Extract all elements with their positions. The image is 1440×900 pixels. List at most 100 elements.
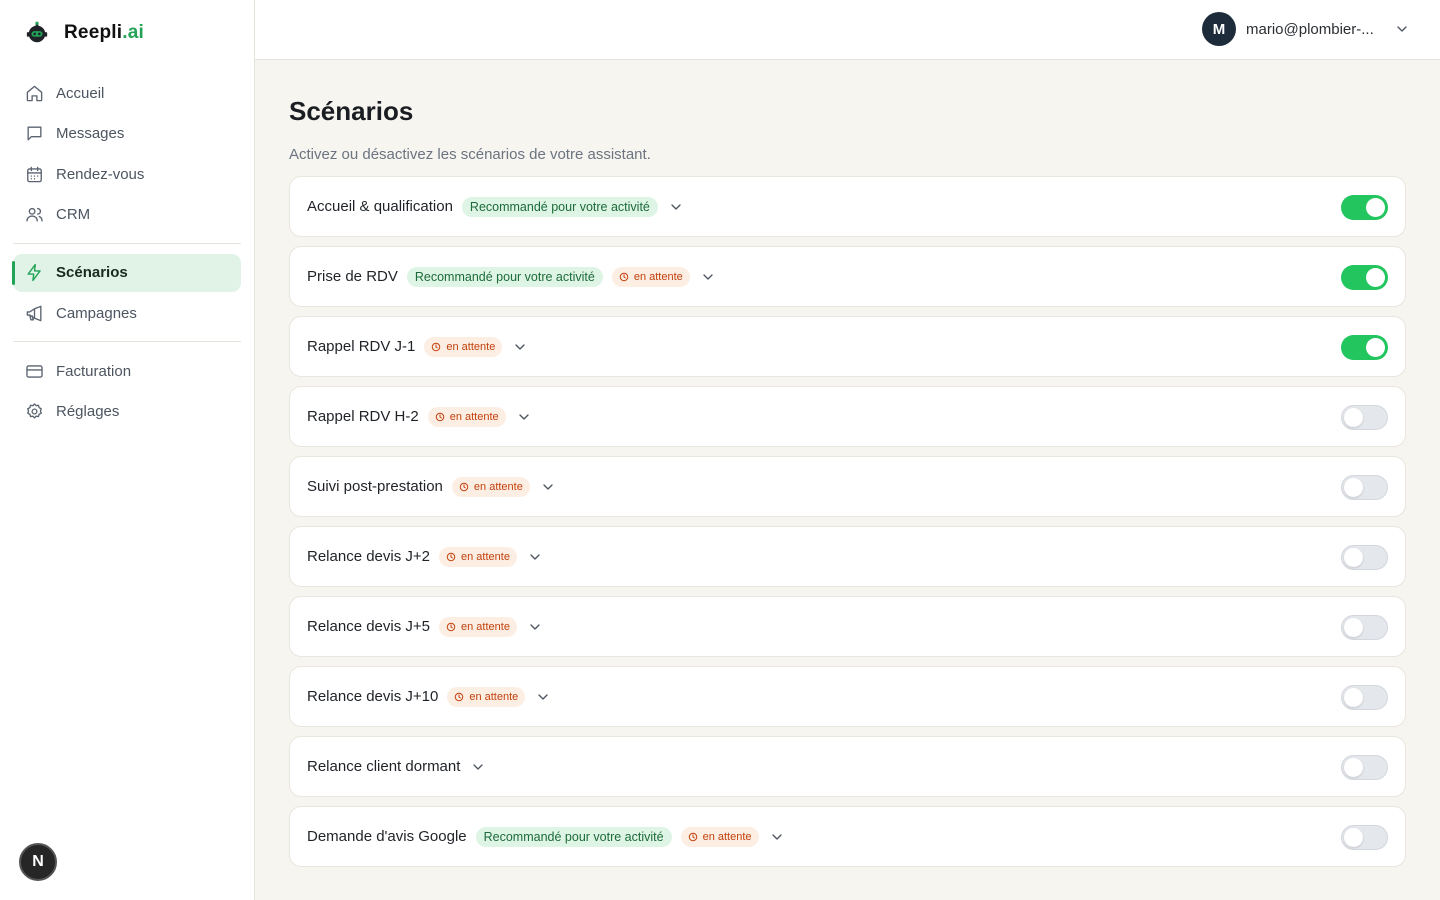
pending-badge: en attente: [680, 826, 759, 847]
recommended-badge: Recommandé pour votre activité: [406, 266, 603, 287]
scenario-toggle[interactable]: [1341, 825, 1388, 850]
scenario-toggle[interactable]: [1341, 265, 1388, 290]
scenario-card: Accueil & qualification Recommandé pour v…: [289, 176, 1406, 237]
scenario-title: Prise de RDV: [307, 268, 398, 285]
sidebar-item-rendez-vous[interactable]: Rendez-vous: [13, 155, 241, 193]
sidebar-item-scenarios[interactable]: Scénarios: [12, 253, 241, 292]
toggle-knob: [1344, 478, 1363, 497]
chevron-down-icon[interactable]: [470, 759, 486, 775]
pending-badge: en attente: [451, 476, 530, 497]
bottom-n-badge[interactable]: N: [19, 843, 57, 881]
toggle-knob: [1344, 618, 1363, 637]
clock-icon: [688, 832, 697, 841]
scenario-title: Relance devis J+10: [307, 688, 439, 705]
sidebar-item-crm[interactable]: CRM: [13, 196, 241, 234]
sidebar-item-label: Scénarios: [56, 264, 128, 281]
chevron-down-icon: [1397, 26, 1407, 32]
users-icon: [26, 207, 43, 222]
toggle-knob: [1344, 548, 1363, 567]
robot-logo-icon: [24, 20, 50, 46]
brand-name: Reepli.ai: [64, 22, 144, 43]
scenario-title: Accueil & qualification: [307, 198, 453, 215]
scenario-title: Relance devis J+2: [307, 548, 430, 565]
scenario-card: Rappel RDV J-1 en attente: [289, 316, 1406, 377]
brand[interactable]: Reepli.ai: [0, 0, 254, 66]
scenario-toggle[interactable]: [1341, 545, 1388, 570]
recommended-badge: Recommandé pour votre activité: [461, 196, 658, 217]
sidebar-item-messages[interactable]: Messages: [13, 115, 241, 153]
clock-icon: [455, 692, 464, 701]
main-content: Scénarios Activez ou désactivez les scén…: [289, 60, 1406, 876]
chevron-down-icon[interactable]: [516, 409, 532, 425]
toggle-knob: [1344, 828, 1363, 847]
scenario-toggle[interactable]: [1341, 685, 1388, 710]
user-menu[interactable]: M mario@plombier-...: [1202, 12, 1410, 46]
pending-label: en attente: [461, 620, 510, 633]
clock-icon: [432, 342, 441, 351]
sidebar-item-label: Facturation: [56, 362, 132, 380]
settings-icon: [27, 403, 42, 419]
toggle-knob: [1366, 268, 1385, 287]
scenario-card: Relance devis J+2 en attente: [289, 526, 1406, 587]
scenario-title: Rappel RDV H-2: [307, 408, 419, 425]
scenario-toggle[interactable]: [1341, 405, 1388, 430]
scenario-card: Prise de RDV Recommandé pour votre activi…: [289, 246, 1406, 307]
chevron-down-icon[interactable]: [540, 479, 556, 495]
topbar: M mario@plombier-...: [255, 0, 1440, 60]
pending-badge: en attente: [427, 406, 506, 427]
scenario-toggle[interactable]: [1341, 335, 1388, 360]
toggle-knob: [1344, 688, 1363, 707]
message-icon: [27, 126, 42, 141]
avatar: M: [1202, 12, 1236, 46]
scenario-toggle[interactable]: [1341, 475, 1388, 500]
chevron-down-icon[interactable]: [527, 619, 543, 635]
home-icon: [26, 85, 43, 101]
page-subtitle: Activez ou désactivez les scénarios de v…: [289, 146, 651, 163]
main-nav: Accueil Messages Rendez-vous CRM Scénari…: [0, 66, 254, 431]
scenario-toggle[interactable]: [1341, 755, 1388, 780]
calendar-icon: [27, 166, 42, 182]
sidebar-item-reglages[interactable]: Réglages: [13, 393, 241, 431]
sidebar-item-label: Campagnes: [56, 304, 137, 322]
chevron-down-icon[interactable]: [769, 829, 785, 845]
page-title: Scénarios: [289, 96, 414, 126]
chevron-down-icon[interactable]: [527, 549, 543, 565]
sidebar-item-accueil[interactable]: Accueil: [13, 74, 241, 112]
toggle-knob: [1366, 198, 1385, 217]
zap-icon: [27, 263, 41, 282]
scenario-title: Suivi post-prestation: [307, 478, 443, 495]
toggle-knob: [1344, 758, 1363, 777]
pending-label: en attente: [449, 410, 499, 423]
recommended-badge: Recommandé pour votre activité: [475, 826, 672, 847]
pending-badge: en attente: [424, 336, 503, 357]
sidebar-item-label: CRM: [56, 206, 91, 223]
sidebar-item-facturation[interactable]: Facturation: [13, 352, 241, 390]
sidebar-item-campagnes[interactable]: Campagnes: [13, 294, 241, 332]
pending-label: en attente: [446, 340, 496, 353]
clock-icon: [619, 272, 629, 281]
pending-badge: en attente: [439, 546, 517, 567]
toggle-knob: [1344, 408, 1363, 427]
clock-icon: [446, 552, 456, 561]
scenario-card: Relance devis J+10 en attente: [289, 666, 1406, 727]
pending-label: en attente: [473, 480, 523, 493]
clock-icon: [435, 412, 444, 421]
pending-label: en attente: [461, 550, 510, 563]
pending-label: en attente: [469, 690, 519, 703]
clock-icon: [446, 622, 456, 631]
sidebar-item-label: Messages: [56, 125, 125, 142]
sidebar-item-label: Rendez-vous: [56, 165, 145, 183]
pending-badge: en attente: [447, 686, 526, 707]
scenario-toggle[interactable]: [1341, 195, 1388, 220]
pending-badge: en attente: [439, 616, 517, 637]
scenario-card: Relance client dormant: [289, 736, 1406, 797]
pending-badge: en attente: [611, 266, 690, 287]
chevron-down-icon[interactable]: [512, 339, 528, 355]
scenario-title: Rappel RDV J-1: [307, 338, 416, 355]
chevron-down-icon[interactable]: [668, 199, 684, 215]
megaphone-icon: [26, 305, 42, 321]
pending-label: en attente: [702, 830, 752, 843]
chevron-down-icon[interactable]: [535, 689, 551, 705]
chevron-down-icon[interactable]: [700, 269, 716, 285]
scenario-toggle[interactable]: [1341, 615, 1388, 640]
